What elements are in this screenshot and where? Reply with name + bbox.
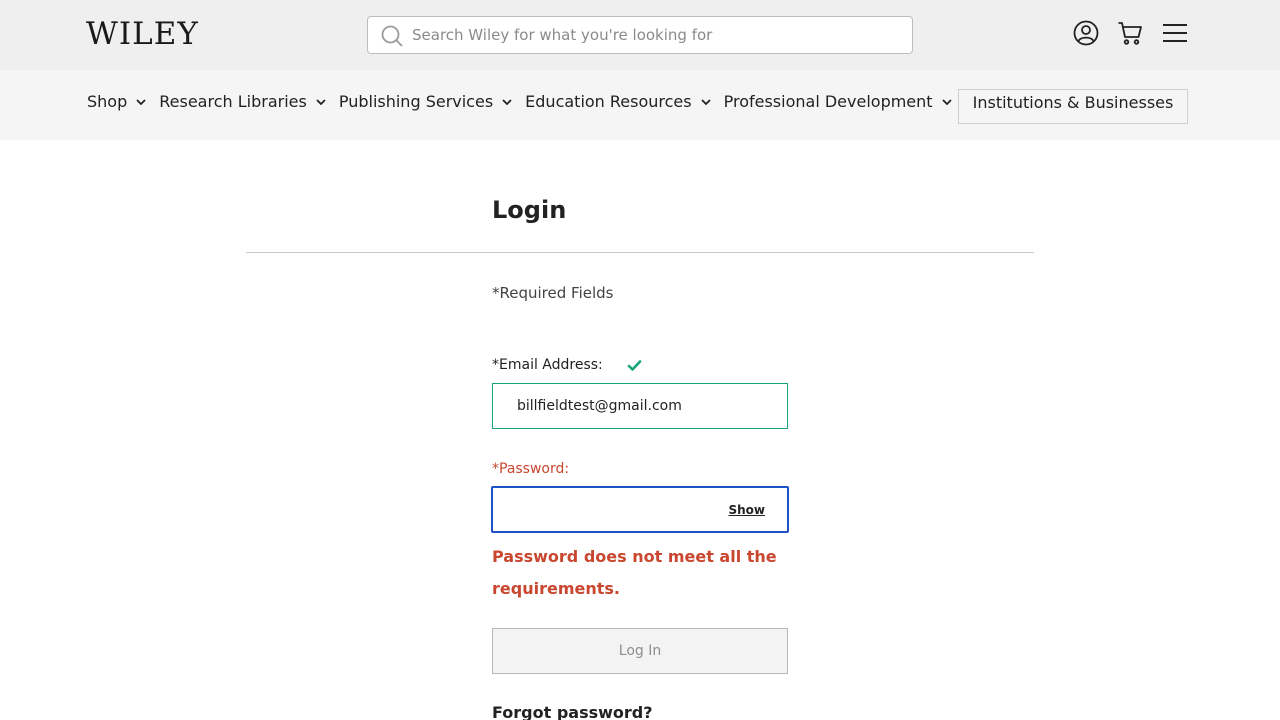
page-title: Login xyxy=(492,196,567,224)
forgot-password-link[interactable]: Forgot password? xyxy=(492,703,653,720)
password-field-container: Show xyxy=(491,486,789,533)
chevron-down-icon xyxy=(941,98,952,105)
search-icon[interactable] xyxy=(380,24,404,48)
nav-item-shop[interactable]: Shop xyxy=(87,92,147,111)
wiley-logo[interactable]: WILEY xyxy=(86,16,199,52)
account-icon[interactable] xyxy=(1072,19,1100,47)
institutions-businesses-button[interactable]: Institutions & Businesses xyxy=(958,89,1188,124)
nav-item-label: Professional Development xyxy=(723,92,933,111)
nav-item-education-resources[interactable]: Education Resources xyxy=(525,92,711,111)
email-field[interactable] xyxy=(493,384,787,428)
checkmark-icon xyxy=(627,360,642,371)
nav-item-label: Publishing Services xyxy=(338,92,494,111)
chevron-down-icon xyxy=(700,98,711,105)
email-field-container xyxy=(492,383,788,429)
nav-item-research-libraries[interactable]: Research Libraries xyxy=(159,92,327,111)
top-header: WILEY xyxy=(0,0,1280,70)
menu-icon[interactable] xyxy=(1161,19,1189,47)
main-nav: Shop Research Libraries Publishing Servi… xyxy=(0,70,1280,140)
password-error-message: Password does not meet all the requireme… xyxy=(492,547,777,598)
required-fields-note: *Required Fields xyxy=(492,284,614,302)
password-field[interactable] xyxy=(493,488,723,531)
nav-item-professional-development[interactable]: Professional Development xyxy=(724,92,953,111)
email-label: *Email Address: xyxy=(492,357,603,373)
nav-item-publishing-services[interactable]: Publishing Services xyxy=(339,92,513,111)
nav-item-label: Shop xyxy=(87,92,128,111)
search-bar[interactable] xyxy=(367,16,913,54)
chevron-down-icon xyxy=(136,98,146,105)
show-password-toggle[interactable]: Show xyxy=(728,503,765,517)
login-button[interactable]: Log In xyxy=(492,628,788,674)
chevron-down-icon xyxy=(502,98,512,105)
cart-icon[interactable] xyxy=(1116,19,1144,47)
search-input[interactable] xyxy=(412,17,902,53)
divider xyxy=(246,252,1034,253)
nav-item-label: Education Resources xyxy=(525,92,692,111)
nav-items: Shop Research Libraries Publishing Servi… xyxy=(87,92,965,111)
nav-item-label: Research Libraries xyxy=(159,92,307,111)
chevron-down-icon xyxy=(316,98,326,105)
password-label: *Password: xyxy=(492,461,570,477)
